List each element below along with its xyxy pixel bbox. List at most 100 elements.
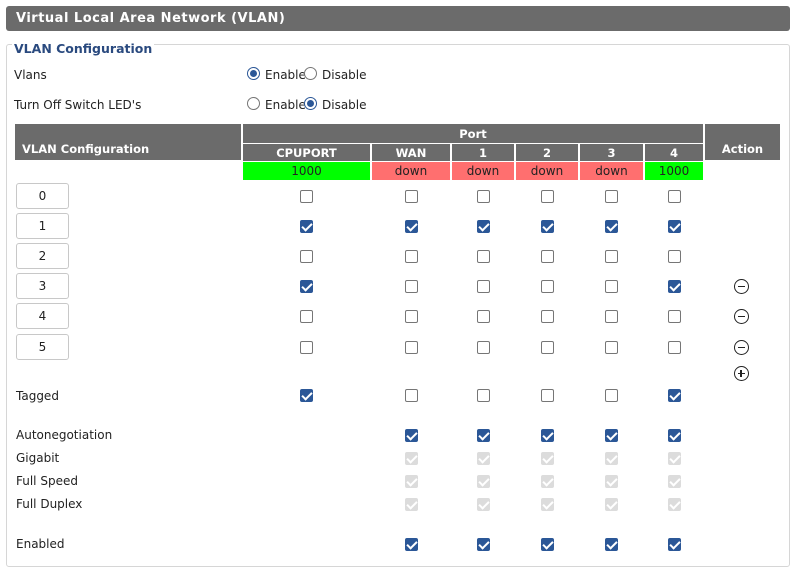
port-option-checkbox — [605, 452, 618, 465]
port-name-header: 3 — [580, 144, 643, 161]
port-name-header: 2 — [516, 144, 578, 161]
tagged-checkbox[interactable] — [605, 389, 618, 402]
vlans-enable-radio[interactable] — [247, 67, 260, 80]
vlan-member-checkbox[interactable] — [605, 310, 618, 323]
vlan-member-checkbox[interactable] — [477, 250, 490, 263]
port-option-checkbox[interactable] — [541, 538, 554, 551]
tagged-checkbox[interactable] — [405, 389, 418, 402]
vlan-member-checkbox[interactable] — [300, 341, 313, 354]
port-option-checkbox[interactable] — [477, 538, 490, 551]
minus-circle-icon[interactable] — [734, 340, 749, 355]
vlan-member-checkbox[interactable] — [477, 280, 490, 293]
port-status-badge: down — [372, 162, 450, 180]
section-legend: VLAN Configuration — [12, 41, 155, 56]
vlan-member-checkbox[interactable] — [405, 341, 418, 354]
vlan-member-checkbox[interactable] — [300, 250, 313, 263]
vlan-member-checkbox[interactable] — [541, 220, 554, 233]
vlan-member-checkbox[interactable] — [605, 190, 618, 203]
vlan-member-checkbox[interactable] — [405, 190, 418, 203]
port-option-checkbox[interactable] — [541, 429, 554, 442]
port-option-checkbox[interactable] — [477, 429, 490, 442]
port-option-checkbox[interactable] — [605, 538, 618, 551]
vlan-member-checkbox[interactable] — [605, 280, 618, 293]
vlan-id-input[interactable]: 2 — [16, 243, 69, 269]
vlans-disable-radio[interactable] — [304, 67, 317, 80]
port-option-checkbox — [541, 475, 554, 488]
leds-disable-label[interactable]: Disable — [322, 98, 367, 112]
vlan-member-checkbox[interactable] — [541, 250, 554, 263]
vlan-member-checkbox[interactable] — [405, 280, 418, 293]
minus-circle-icon[interactable] — [734, 279, 749, 294]
port-option-checkbox — [605, 498, 618, 511]
vlan-member-checkbox[interactable] — [477, 190, 490, 203]
vlan-member-checkbox[interactable] — [668, 220, 681, 233]
leds-label: Turn Off Switch LED's — [14, 98, 142, 112]
vlans-label: Vlans — [14, 68, 47, 82]
tagged-checkbox[interactable] — [300, 389, 313, 402]
leds-enable-label[interactable]: Enable — [265, 98, 306, 112]
port-option-checkbox — [405, 475, 418, 488]
vlan-id-input[interactable]: 0 — [16, 183, 69, 209]
vlan-member-checkbox[interactable] — [668, 341, 681, 354]
port-name-header: CPUPORT — [243, 144, 370, 161]
port-option-checkbox — [477, 475, 490, 488]
vlan-member-checkbox[interactable] — [668, 310, 681, 323]
vlan-member-checkbox[interactable] — [605, 220, 618, 233]
port-option-checkbox[interactable] — [405, 538, 418, 551]
vlan-member-checkbox[interactable] — [605, 250, 618, 263]
vlan-id-input[interactable]: 1 — [16, 213, 69, 239]
vlan-member-checkbox[interactable] — [405, 250, 418, 263]
vlan-member-checkbox[interactable] — [541, 280, 554, 293]
vlan-id-input[interactable]: 5 — [16, 334, 69, 360]
tagged-label: Tagged — [16, 389, 59, 403]
port-option-checkbox[interactable] — [405, 429, 418, 442]
vlan-member-checkbox[interactable] — [541, 341, 554, 354]
action-header: Action — [705, 124, 780, 160]
leds-enable-radio[interactable] — [247, 97, 260, 110]
vlan-member-checkbox[interactable] — [477, 220, 490, 233]
vlan-member-checkbox[interactable] — [541, 310, 554, 323]
vlan-member-checkbox[interactable] — [477, 341, 490, 354]
vlan-member-checkbox[interactable] — [477, 310, 490, 323]
tagged-checkbox[interactable] — [541, 389, 554, 402]
tagged-checkbox[interactable] — [477, 389, 490, 402]
port-option-checkbox — [477, 498, 490, 511]
port-status-badge: down — [452, 162, 514, 180]
vlan-member-checkbox[interactable] — [668, 280, 681, 293]
port-header: Port — [243, 124, 703, 143]
port-status-badge: 1000 — [243, 162, 370, 180]
vlan-member-checkbox[interactable] — [668, 250, 681, 263]
leds-disable-radio[interactable] — [304, 97, 317, 110]
port-status-badge: down — [516, 162, 578, 180]
vlan-member-checkbox[interactable] — [605, 341, 618, 354]
port-option-checkbox — [405, 498, 418, 511]
port-option-checkbox — [605, 475, 618, 488]
port-option-label: Full Duplex — [16, 497, 83, 511]
vlan-member-checkbox[interactable] — [405, 220, 418, 233]
port-name-header: 1 — [452, 144, 514, 161]
port-option-label: Full Speed — [16, 474, 78, 488]
port-option-checkbox — [668, 498, 681, 511]
vlan-member-checkbox[interactable] — [300, 190, 313, 203]
vlan-member-checkbox[interactable] — [300, 220, 313, 233]
port-option-label: Gigabit — [16, 451, 60, 465]
minus-circle-icon[interactable] — [734, 309, 749, 324]
vlan-member-checkbox[interactable] — [300, 280, 313, 293]
plus-circle-icon[interactable] — [734, 366, 749, 381]
port-option-checkbox — [668, 452, 681, 465]
port-option-checkbox[interactable] — [605, 429, 618, 442]
port-option-checkbox[interactable] — [668, 429, 681, 442]
vlan-member-checkbox[interactable] — [668, 190, 681, 203]
vlan-member-checkbox[interactable] — [405, 310, 418, 323]
port-option-checkbox[interactable] — [668, 538, 681, 551]
tagged-checkbox[interactable] — [668, 389, 681, 402]
vlan-id-input[interactable]: 4 — [16, 303, 69, 329]
vlans-enable-label[interactable]: Enable — [265, 68, 306, 82]
vlan-member-checkbox[interactable] — [300, 310, 313, 323]
vlan-member-checkbox[interactable] — [541, 190, 554, 203]
port-name-header: 4 — [645, 144, 703, 161]
port-option-checkbox — [541, 452, 554, 465]
vlan-id-input[interactable]: 3 — [16, 273, 69, 299]
port-option-label: Enabled — [16, 537, 65, 551]
vlans-disable-label[interactable]: Disable — [322, 68, 367, 82]
